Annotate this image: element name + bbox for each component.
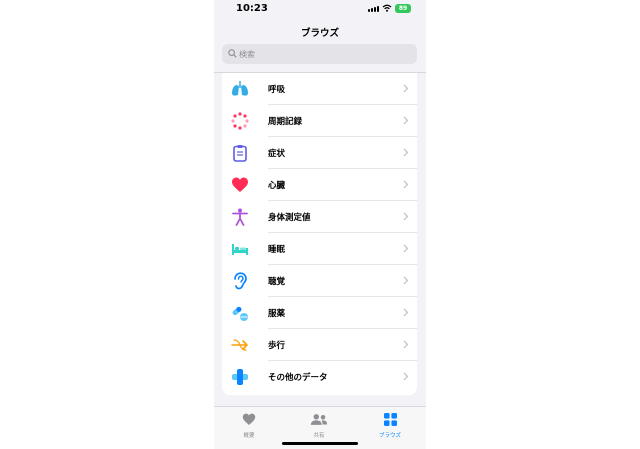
status-time: 10:23 [236, 3, 268, 14]
chevron-right-icon [403, 244, 409, 253]
category-row-other-data[interactable]: その他のデータ [222, 361, 417, 393]
tab-browse[interactable]: ブラウズ [370, 411, 410, 439]
category-label: 睡眠 [268, 245, 286, 255]
chevron-right-icon [403, 116, 409, 125]
category-label: 周期記録 [268, 117, 303, 127]
tab-summary[interactable]: 概要 [229, 411, 269, 439]
chevron-right-icon [403, 340, 409, 349]
category-row-sleep[interactable]: 睡眠 [222, 233, 417, 265]
tab-sharing[interactable]: 共有 [299, 411, 339, 439]
cellular-signal-icon [368, 6, 379, 12]
category-label: 歩行 [268, 341, 286, 351]
category-label: 心臓 [268, 181, 286, 191]
bed-icon [232, 244, 248, 255]
battery-indicator: 89 [395, 4, 411, 13]
chevron-right-icon [403, 212, 409, 221]
clipboard-icon [233, 145, 247, 162]
grid-icon [383, 413, 397, 426]
category-list: 呼吸 周期記録 症状 心臓 身体測定値 睡眠 聴覚 服薬 歩行 その他のデータ [222, 73, 417, 395]
people-icon [310, 414, 328, 425]
category-label: 聴覚 [268, 277, 286, 287]
plus-cross-icon [232, 369, 248, 385]
search-field[interactable]: 検索 [222, 44, 417, 64]
search-placeholder: 検索 [239, 50, 255, 59]
tab-label: ブラウズ [378, 433, 401, 439]
category-row-hearing[interactable]: 聴覚 [222, 265, 417, 297]
chevron-right-icon [403, 84, 409, 93]
lungs-icon [232, 81, 248, 96]
pills-icon [232, 306, 248, 321]
chevron-right-icon [403, 372, 409, 381]
category-label: 症状 [268, 149, 286, 159]
category-label: 呼吸 [268, 85, 286, 95]
cycle-tracking-icon [231, 112, 249, 130]
category-row-body-measurements[interactable]: 身体測定値 [222, 201, 417, 233]
status-bar: 10:23 89 [214, 0, 426, 18]
walking-arrows-icon [231, 339, 248, 351]
category-label: 服薬 [268, 309, 286, 319]
category-row-cycle-tracking[interactable]: 周期記録 [222, 105, 417, 137]
category-label: 身体測定値 [268, 213, 311, 223]
search-icon [228, 49, 237, 58]
category-label: その他のデータ [268, 373, 328, 383]
chevron-right-icon [403, 180, 409, 189]
heart-icon [232, 177, 248, 192]
category-row-medications[interactable]: 服薬 [222, 297, 417, 329]
category-row-mobility[interactable]: 歩行 [222, 329, 417, 361]
category-row-respiratory[interactable]: 呼吸 [222, 73, 417, 105]
chevron-right-icon [403, 308, 409, 317]
category-row-symptoms[interactable]: 症状 [222, 137, 417, 169]
chevron-right-icon [403, 276, 409, 285]
body-figure-icon [232, 208, 248, 226]
tab-label: 概要 [243, 433, 255, 439]
ear-icon [234, 272, 247, 290]
chevron-right-icon [403, 148, 409, 157]
category-row-heart[interactable]: 心臓 [222, 169, 417, 201]
wifi-icon [382, 4, 392, 12]
tab-label: 共有 [313, 433, 325, 439]
heart-icon [242, 413, 256, 425]
page-title: ブラウズ [300, 28, 339, 39]
health-app-screen: 10:23 89 ブラウズ 検索 呼吸 周期記録 症状 心臓 身体測定値 睡眠 … [214, 0, 426, 449]
home-indicator[interactable] [282, 442, 358, 445]
